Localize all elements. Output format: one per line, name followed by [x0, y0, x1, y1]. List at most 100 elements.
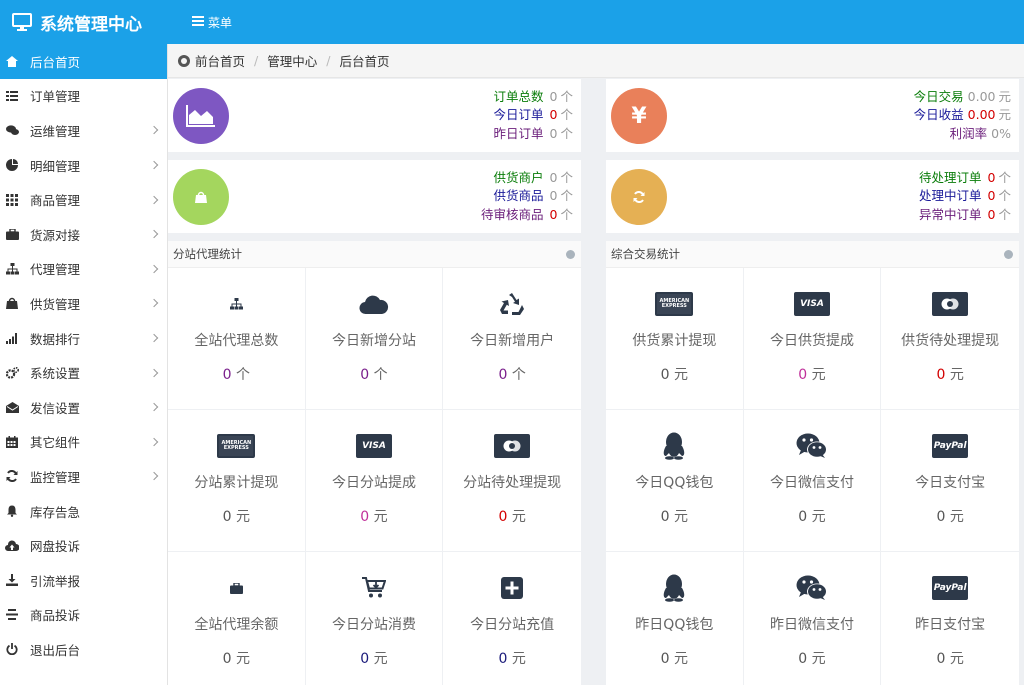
stat-row: 利润率 0%	[914, 125, 1011, 143]
stat-cell-value: 0	[360, 651, 370, 667]
stat-value: 0	[987, 188, 996, 204]
sidebar-item[interactable]: 运维管理	[0, 113, 167, 148]
comments-icon	[5, 123, 19, 137]
stat-unit: 个	[998, 170, 1011, 185]
wechat-icon	[794, 574, 830, 602]
stat-cell-value: 0	[660, 651, 670, 667]
sidebar-item[interactable]: 明细管理	[0, 148, 167, 183]
stat-cell: 今日分站消费 0 元	[306, 552, 444, 685]
stat-unit: 个	[560, 206, 573, 222]
stat-cell-value-row: 0 元	[606, 648, 743, 668]
stat-row: 处理中订单 0个	[919, 187, 1011, 205]
stat-value: 0	[987, 170, 996, 185]
envelope-icon	[5, 400, 19, 414]
stat-cell: 今日微信支付 0 元	[743, 410, 882, 552]
sidebar-item[interactable]: 系统设置	[0, 355, 167, 390]
sidebar-item[interactable]: 货源对接	[0, 217, 167, 252]
stat-cell-unit: 元	[949, 651, 964, 667]
sidebar-item[interactable]: 供货管理	[0, 286, 167, 321]
stat-cell-unit: 个	[236, 367, 251, 383]
breadcrumb-link-admin[interactable]: 管理中心	[267, 51, 317, 70]
sidebar-item[interactable]: 后台首页	[0, 44, 167, 79]
stat-row: 待审核商品 0个	[481, 206, 573, 224]
sidebar-item[interactable]: 发信设置	[0, 390, 167, 425]
qq-icon	[656, 432, 692, 460]
stat-cell-unit: 元	[373, 651, 388, 667]
sidebar-item[interactable]: 退出后台	[0, 632, 167, 667]
brand[interactable]: 系统管理中心	[12, 0, 142, 44]
collapse-dot-icon[interactable]	[566, 250, 575, 259]
stat-panel-suppliers: 供货商户 0 个供货商品 0 个待审核商品 0个	[168, 160, 581, 233]
sidebar-item[interactable]: 商品管理	[0, 182, 167, 217]
panel-title: 综合交易统计	[611, 247, 680, 261]
stat-cell-value: 0	[798, 651, 808, 667]
stat-value: 0	[549, 125, 558, 141]
stat-cell-value-row: 0 元	[168, 648, 305, 668]
stat-unit: 个	[560, 170, 573, 185]
sidebar-item[interactable]: 其它组件	[0, 425, 167, 460]
sidebar-item-label: 系统设置	[30, 366, 81, 382]
stat-cell-value-row: 0 元	[881, 364, 1019, 384]
stat-cell-value-row: 0 元	[881, 506, 1019, 526]
sidebar-item[interactable]: 数据排行	[0, 321, 167, 356]
sidebar-item-label: 其它组件	[30, 435, 81, 451]
area-chart-icon	[173, 88, 229, 144]
stat-cell-title: 昨日QQ钱包	[635, 617, 714, 633]
sidebar-item[interactable]: 监控管理	[0, 459, 167, 494]
stat-cell-unit: 元	[811, 651, 826, 667]
agent-stats-grid: 全站代理总数 0 个 今日新增分站 0 个 今日新增用户 0 个 AMERICAN EXPR…	[168, 268, 581, 685]
stat-cell-unit: 个	[511, 367, 526, 383]
stat-cell: 今日QQ钱包 0 元	[606, 410, 744, 552]
cart-icon	[356, 574, 392, 602]
sidebar-item[interactable]: 商品投诉	[0, 598, 167, 633]
sidebar-item-label: 后台首页	[30, 54, 81, 70]
stat-cell-value-row: 0 元	[306, 648, 443, 668]
stat-cell-title: 今日分站提成	[331, 475, 416, 491]
stat-row: 今日收益 0.00 元	[914, 106, 1011, 124]
mastercard-icon	[932, 290, 969, 318]
panel-header: 分站代理统计	[168, 241, 581, 268]
menu-toggle-button[interactable]: 菜单	[192, 0, 232, 44]
sidebar-item-label: 供货管理	[30, 296, 81, 312]
briefcase-icon	[218, 574, 254, 602]
chevron-right-icon	[149, 160, 159, 170]
signal-icon	[5, 331, 19, 345]
yen-icon: ¥	[611, 88, 667, 144]
stat-cell-unit: 元	[949, 367, 964, 383]
stat-unit: 元	[998, 107, 1011, 123]
sidebar-item[interactable]: 代理管理	[0, 252, 167, 287]
stat-unit: 个	[998, 206, 1011, 222]
breadcrumb-separator: /	[326, 53, 331, 68]
sidebar-item[interactable]: 引流举报	[0, 563, 167, 598]
paypal-icon: PayPal	[932, 432, 969, 460]
sidebar-item[interactable]: 网盘投诉	[0, 528, 167, 563]
stat-cell-title: 今日分站充值	[470, 617, 555, 633]
sidebar-item-label: 代理管理	[30, 262, 81, 278]
trade-stats-grid: AMERICAN EXPRESS 供货累计提现 0 元 VISA 今日供货提成 0 元供货…	[606, 268, 1019, 685]
stat-value: 0	[549, 107, 558, 123]
stat-value: 0%	[991, 125, 1011, 141]
sidebar-item[interactable]: 订单管理	[0, 79, 167, 114]
stat-rows: 待处理订单 0 个处理中订单 0 个异常中订单 0个	[919, 169, 1011, 224]
stat-cell-value: 0	[498, 651, 508, 667]
breadcrumb-link-frontpage[interactable]: 前台首页	[195, 51, 245, 70]
stat-cell-value-row: 0 元	[744, 506, 881, 526]
stat-cell-title: 今日微信支付	[769, 475, 854, 491]
stat-cell-value: 0	[936, 367, 946, 383]
stat-row: 供货商户 0个	[481, 169, 573, 187]
stat-cell-unit: 元	[674, 651, 689, 667]
stat-value: 0.00	[967, 107, 996, 123]
sidebar-item[interactable]: 库存告急	[0, 494, 167, 529]
chrome-icon	[178, 54, 190, 67]
stat-cell-title: 供货待处理提现	[901, 333, 1000, 349]
grid-icon	[5, 193, 19, 207]
home-icon	[5, 54, 19, 68]
collapse-dot-icon[interactable]	[1004, 250, 1013, 259]
stat-cell-title: 今日分站消费	[331, 617, 416, 633]
stat-cell-unit: 元	[949, 509, 964, 525]
stat-cell-unit: 元	[511, 651, 526, 667]
stat-cell-value: 0	[660, 367, 670, 383]
stat-cell: VISA 今日分站提成 0 元	[305, 410, 444, 552]
shopping-bag-icon	[173, 169, 229, 225]
stat-value: 0	[987, 206, 996, 222]
